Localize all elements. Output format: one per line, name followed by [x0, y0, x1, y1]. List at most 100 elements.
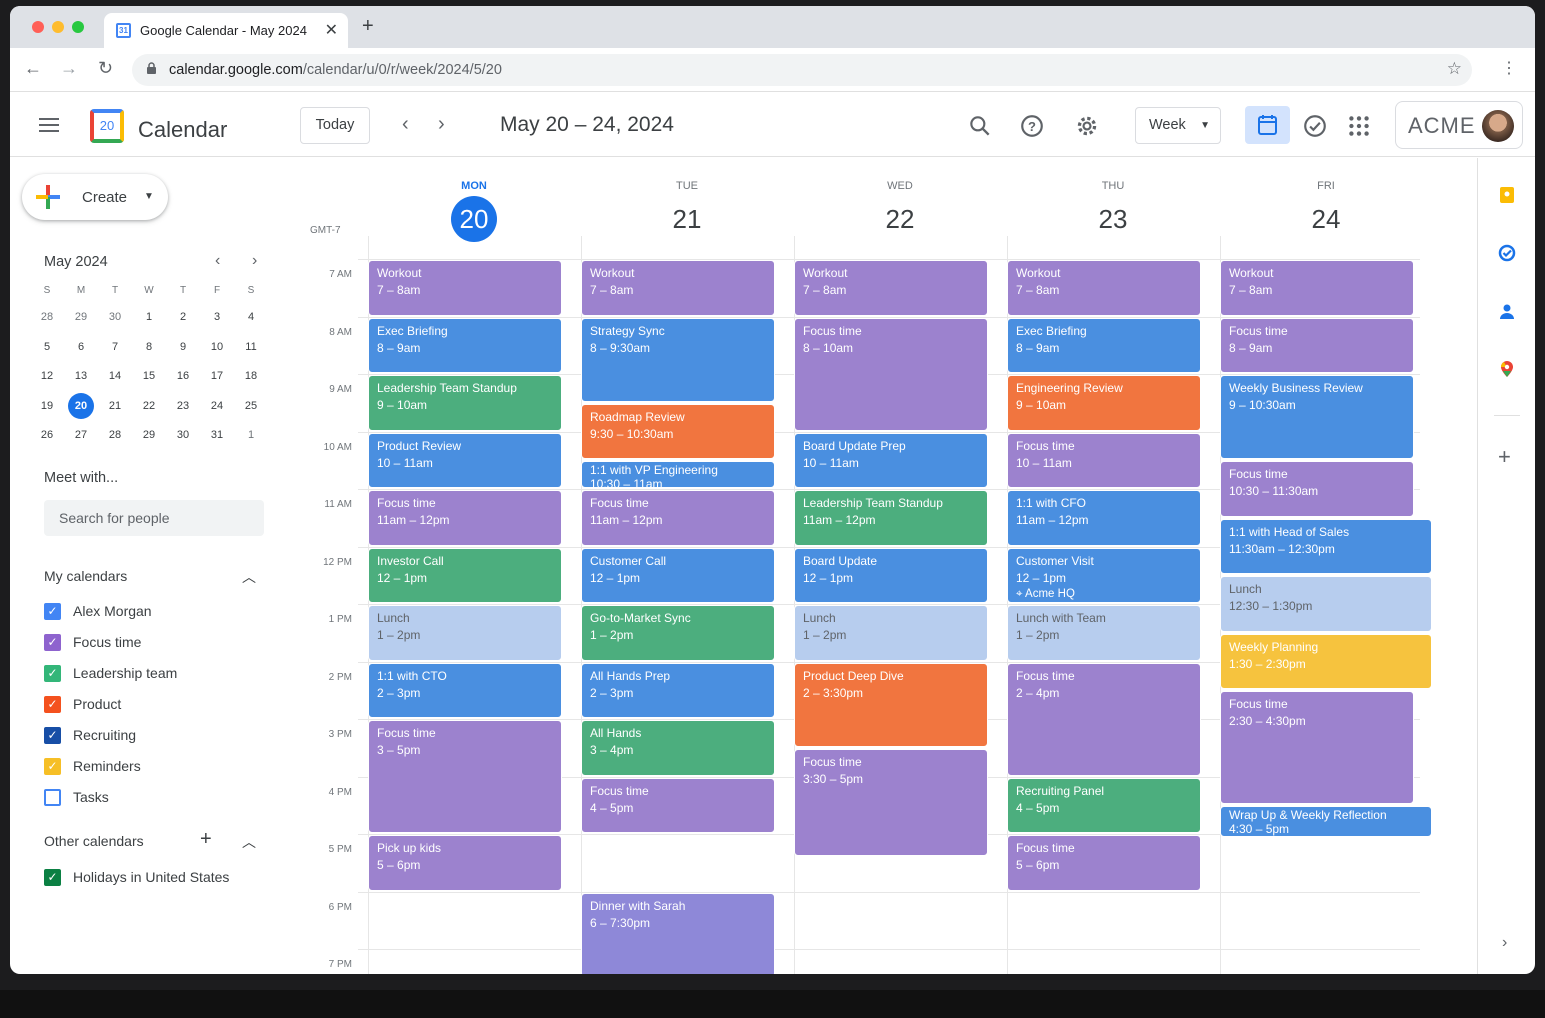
calendar-event[interactable]: 1:1 with Head of Sales 11:30am – 12:30pm	[1220, 518, 1432, 575]
mini-calendar-day[interactable]: 23	[170, 393, 196, 419]
search-icon[interactable]	[967, 113, 993, 139]
site-info-icon[interactable]	[146, 62, 157, 75]
view-switcher-dropdown[interactable]: Week ▼	[1135, 107, 1221, 144]
mini-calendar-day[interactable]: 16	[170, 363, 196, 389]
checkbox-icon[interactable]: ✓	[44, 665, 61, 682]
bookmark-star-icon[interactable]: ☆	[1447, 59, 1462, 79]
account-switcher[interactable]: ACME	[1395, 101, 1523, 149]
mini-calendar-day[interactable]: 2	[170, 304, 196, 330]
mini-next-month-icon[interactable]: ›	[252, 252, 257, 270]
mini-calendar-day[interactable]: 9	[170, 334, 196, 360]
calendar-event[interactable]: Focus time 2 – 4pm	[1007, 662, 1201, 776]
calendar-event[interactable]: Focus time 3 – 5pm	[368, 720, 562, 833]
create-button[interactable]: Create ▼	[22, 174, 168, 220]
calendar-event[interactable]: Workout 7 – 8am	[581, 260, 775, 316]
mini-calendar-day[interactable]: 15	[136, 363, 162, 389]
minimize-window-button[interactable]	[52, 21, 64, 33]
mini-calendar-day[interactable]: 11	[238, 334, 264, 360]
calendar-event[interactable]: Focus time 4 – 5pm	[581, 777, 775, 833]
day-header[interactable]: WED 22	[794, 158, 1006, 242]
calendar-event[interactable]: Product Deep Dive 2 – 3:30pm	[794, 662, 988, 747]
calendar-event[interactable]: Workout 7 – 8am	[794, 260, 988, 316]
calendar-event[interactable]: Lunch 12:30 – 1:30pm	[1220, 576, 1432, 632]
day-number[interactable]: 20	[451, 196, 497, 242]
apps-grid-icon[interactable]	[1346, 113, 1372, 139]
calendar-event[interactable]: Engineering Review 9 – 10am	[1007, 375, 1201, 431]
chevron-up-icon[interactable]: ︿	[242, 567, 256, 587]
mini-calendar-day[interactable]: 5	[34, 334, 60, 360]
calendar-event[interactable]: Dinner with Sarah 6 – 7:30pm	[581, 892, 775, 974]
next-week-icon[interactable]: ›	[438, 113, 445, 136]
forward-icon[interactable]: →	[60, 58, 78, 79]
calendar-event[interactable]: Pick up kids 5 – 6pm	[368, 835, 562, 891]
day-number[interactable]: 23	[1090, 196, 1136, 242]
mini-calendar-day[interactable]: 21	[102, 393, 128, 419]
calendar-event[interactable]: Workout 7 – 8am	[368, 260, 562, 316]
other-calendars-title[interactable]: Other calendars	[44, 833, 144, 849]
mini-calendar-day[interactable]: 29	[68, 304, 94, 330]
calendar-event[interactable]: Customer Visit 12 – 1pm ⌖ Acme HQ	[1007, 547, 1201, 603]
mini-calendar-day[interactable]: 1	[136, 304, 162, 330]
help-icon[interactable]: ?	[1019, 113, 1045, 139]
calendar-event[interactable]: Customer Call 12 – 1pm	[581, 547, 775, 603]
calendar-event[interactable]: All Hands Prep 2 – 3pm	[581, 662, 775, 718]
calendar-event[interactable]: Board Update Prep 10 – 11am	[794, 432, 988, 488]
settings-gear-icon[interactable]	[1074, 113, 1100, 139]
keep-icon[interactable]	[1498, 186, 1516, 204]
mini-calendar-day[interactable]: 8	[136, 334, 162, 360]
mini-calendar-day[interactable]: 27	[68, 422, 94, 448]
day-header[interactable]: TUE 21	[581, 158, 793, 242]
day-number[interactable]: 22	[877, 196, 923, 242]
calendar-event[interactable]: Leadership Team Standup 9 – 10am	[368, 375, 562, 431]
calendar-event[interactable]: Board Update 12 – 1pm	[794, 547, 988, 603]
calendar-event[interactable]: Focus time 11am – 12pm	[368, 490, 562, 546]
browser-menu-icon[interactable]: ⋮	[1501, 58, 1517, 78]
mini-calendar-day[interactable]: 6	[68, 334, 94, 360]
mini-calendar-day[interactable]: 19	[34, 393, 60, 419]
day-header[interactable]: MON 20	[368, 158, 580, 242]
checkbox-icon[interactable]: ✓	[44, 696, 61, 713]
calendar-event[interactable]: Lunch 1 – 2pm	[368, 605, 562, 661]
close-window-button[interactable]	[32, 21, 44, 33]
calendar-event[interactable]: 1:1 with CTO 2 – 3pm	[368, 662, 562, 718]
calendar-event[interactable]: Roadmap Review 9:30 – 10:30am	[581, 403, 775, 460]
calendar-event[interactable]: Focus time 5 – 6pm	[1007, 835, 1201, 891]
calendar-event[interactable]: Product Review 10 – 11am	[368, 432, 562, 488]
calendar-event[interactable]: Focus time 10 – 11am	[1007, 432, 1201, 488]
get-add-ons-icon[interactable]: +	[1498, 444, 1511, 470]
mini-calendar-day[interactable]: 30	[102, 304, 128, 330]
checkbox-icon[interactable]: ✓	[44, 634, 61, 651]
mini-calendar-day[interactable]: 26	[34, 422, 60, 448]
previous-week-icon[interactable]: ‹	[402, 113, 409, 136]
day-header[interactable]: FRI 24	[1220, 158, 1432, 242]
calendar-event[interactable]: Workout 7 – 8am	[1007, 260, 1201, 316]
mini-calendar-day[interactable]: 12	[34, 363, 60, 389]
calendar-event[interactable]: Investor Call 12 – 1pm	[368, 547, 562, 603]
mini-calendar-day[interactable]: 13	[68, 363, 94, 389]
main-menu-icon[interactable]	[39, 118, 59, 132]
mini-calendar-day[interactable]: 28	[102, 422, 128, 448]
mini-calendar-day[interactable]: 30	[170, 422, 196, 448]
calendar-event[interactable]: Focus time 2:30 – 4:30pm	[1220, 691, 1414, 805]
calendar-event[interactable]: Weekly Business Review 9 – 10:30am	[1220, 375, 1414, 460]
mini-calendar-day[interactable]: 25	[238, 393, 264, 419]
close-tab-icon[interactable]: ✕	[325, 20, 338, 40]
search-people-input[interactable]: Search for people	[44, 500, 264, 536]
calendar-event[interactable]: Recruiting Panel 4 – 5pm	[1007, 777, 1201, 833]
mini-calendar-day[interactable]: 1	[238, 422, 264, 448]
new-tab-icon[interactable]: +	[362, 15, 374, 38]
mini-calendar-day[interactable]: 28	[34, 304, 60, 330]
mini-prev-month-icon[interactable]: ‹	[215, 252, 220, 270]
calendar-event[interactable]: 1:1 with VP Engineering 10:30 – 11am	[581, 461, 775, 488]
tasks-view-icon[interactable]	[1302, 113, 1328, 139]
day-header[interactable]: THU 23	[1007, 158, 1219, 242]
checkbox-icon[interactable]: ✓	[44, 603, 61, 620]
tasks-icon[interactable]	[1498, 244, 1516, 262]
add-calendar-icon[interactable]: +	[200, 828, 212, 851]
calendar-event[interactable]: 1:1 with CFO 11am – 12pm	[1007, 490, 1201, 546]
back-icon[interactable]: ←	[24, 58, 42, 79]
mini-calendar-day[interactable]: 18	[238, 363, 264, 389]
reload-icon[interactable]: ↻	[98, 58, 113, 79]
contacts-icon[interactable]	[1498, 302, 1516, 320]
calendar-event[interactable]: Focus time 8 – 9am	[1220, 317, 1414, 373]
